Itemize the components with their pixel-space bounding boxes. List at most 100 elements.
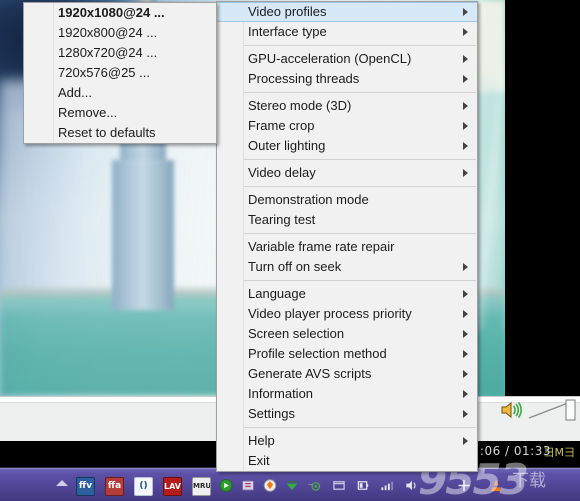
menu-item-profile-selection-method[interactable]: Profile selection method (217, 344, 477, 364)
menu-item-label: Processing threads (248, 71, 360, 86)
menu-item-screen-selection[interactable]: Screen selection (217, 324, 477, 344)
tray-icon-ffdshow-video[interactable]: ffv (76, 477, 95, 496)
menu-item-label: Frame crop (248, 118, 315, 133)
submenu-arrow-icon (463, 350, 468, 358)
menu-item-settings[interactable]: Settings (217, 404, 477, 424)
submenu-arrow-icon (463, 310, 468, 318)
menu-item-tearing-test[interactable]: Tearing test (217, 210, 477, 230)
menu-item-label: Profile selection method (248, 346, 387, 361)
menu-item-label: Exit (248, 453, 270, 468)
menu-separator (244, 186, 476, 187)
tray-icon-action-center[interactable] (457, 479, 471, 492)
time-strip-glyph: 彐M彐 (543, 446, 576, 459)
menu-item-frame-crop[interactable]: Frame crop (217, 116, 477, 136)
profile-item-remove[interactable]: Remove... (24, 103, 216, 123)
menu-separator (244, 280, 476, 281)
submenu-arrow-icon (463, 55, 468, 63)
taskbar: ffv ffa () LAV MRU (0, 468, 580, 501)
menu-item-label: Video player process priority (248, 306, 412, 321)
menu-separator (244, 45, 476, 46)
tray-icon-antivirus[interactable] (241, 479, 255, 492)
menu-item-label: Add... (58, 85, 92, 100)
submenu-arrow-icon (463, 102, 468, 110)
menu-item-information[interactable]: Information (217, 384, 477, 404)
profile-item-reset-to-defaults[interactable]: Reset to defaults (24, 123, 216, 143)
menu-item-generate-avs-scripts[interactable]: Generate AVS scripts (217, 364, 477, 384)
tray-icon-vlc[interactable] (489, 479, 503, 492)
menu-item-label: Screen selection (248, 326, 345, 341)
menu-item-label: Video profiles (248, 4, 327, 19)
menu-item-list: Video profiles Interface type GPU-accelera… (217, 2, 477, 471)
tray-icon-madvr[interactable]: () (134, 477, 153, 496)
menu-item-interface-type[interactable]: Interface type (217, 22, 477, 42)
menu-item-exit[interactable]: Exit (217, 451, 477, 471)
tray-icon-lav-filters[interactable]: LAV (163, 477, 182, 496)
tray-icon-sync[interactable] (307, 479, 321, 492)
tray-icon-volume[interactable] (404, 479, 418, 492)
menu-item-label: Information (248, 386, 314, 401)
time-readout: :06 / 01:33 (479, 444, 551, 458)
menu-item-label: 1920x800@24 ... (58, 25, 158, 40)
tray-icon-network-signal[interactable] (380, 479, 394, 492)
menu-item-help[interactable]: Help (217, 431, 477, 451)
menu-item-label: 1280x720@24 ... (58, 45, 158, 60)
volume-slider[interactable] (528, 399, 576, 423)
menu-item-label: Variable frame rate repair (248, 239, 395, 254)
menu-item-label: 1920x1080@24 ... (58, 5, 165, 20)
menu-item-label: 720x576@25 ... (58, 65, 150, 80)
submenu-item-list: 1920x1080@24 ... 1920x800@24 ... 1280x720@… (24, 3, 216, 143)
menu-item-label: Interface type (248, 24, 327, 39)
menu-item-language[interactable]: Language (217, 284, 477, 304)
tray-icon-mru[interactable]: MRU (192, 477, 211, 496)
menu-item-label: Help (248, 433, 275, 448)
menu-item-video-delay[interactable]: Video delay (217, 163, 477, 183)
menu-item-label: Video delay (248, 165, 316, 180)
settings-context-menu[interactable]: Video profiles Interface type GPU-accelera… (216, 1, 478, 472)
menu-item-processing-threads[interactable]: Processing threads (217, 69, 477, 89)
menu-item-variable-frame-rate-repair[interactable]: Variable frame rate repair (217, 237, 477, 257)
submenu-arrow-icon (463, 142, 468, 150)
menu-separator (244, 159, 476, 160)
menu-separator (244, 92, 476, 93)
submenu-arrow-icon (463, 28, 468, 36)
menu-item-outer-lighting[interactable]: Outer lighting (217, 136, 477, 156)
volume-icon[interactable] (500, 400, 522, 420)
profile-item-add[interactable]: Add... (24, 83, 216, 103)
video-profiles-submenu[interactable]: 1920x1080@24 ... 1920x800@24 ... 1280x720@… (23, 2, 217, 144)
menu-separator (244, 427, 476, 428)
submenu-arrow-icon (463, 122, 468, 130)
menu-item-gpu-acceleration-opencl[interactable]: GPU-acceleration (OpenCL) (217, 49, 477, 69)
submenu-arrow-icon (463, 290, 468, 298)
tray-icon-battery[interactable] (356, 479, 370, 492)
tray-icon-green-play[interactable] (219, 479, 233, 492)
tray-icon-ffdshow-audio[interactable]: ffa (105, 477, 124, 496)
video-letterbox-right (505, 0, 580, 396)
profile-item-1920x1080-24[interactable]: 1920x1080@24 ... (24, 3, 216, 23)
desktop-screen: :06 / 01:33 彐M彐 ffv ffa () LAV MRU 9553 … (0, 0, 580, 501)
submenu-arrow-icon (463, 75, 468, 83)
menu-item-demonstration-mode[interactable]: Demonstration mode (217, 190, 477, 210)
menu-item-label: Stereo mode (3D) (248, 98, 352, 113)
profile-item-1280x720-24[interactable]: 1280x720@24 ... (24, 43, 216, 63)
profile-item-1920x800-24[interactable]: 1920x800@24 ... (24, 23, 216, 43)
show-hidden-icons-arrow[interactable] (56, 480, 68, 486)
profile-item-720x576-25[interactable]: 720x576@25 ... (24, 63, 216, 83)
submenu-arrow-icon (463, 169, 468, 177)
menu-item-label: Remove... (58, 105, 118, 120)
submenu-arrow-icon (463, 263, 468, 271)
tray-icon-green-arrow[interactable] (285, 479, 299, 492)
menu-item-label: Turn off on seek (248, 259, 342, 274)
tray-icon-window[interactable] (332, 479, 346, 492)
menu-item-video-player-process-priority[interactable]: Video player process priority (217, 304, 477, 324)
submenu-arrow-icon (463, 330, 468, 338)
menu-item-label: GPU-acceleration (OpenCL) (248, 51, 412, 66)
menu-item-video-profiles[interactable]: Video profiles (217, 2, 477, 22)
submenu-arrow-icon (463, 437, 468, 445)
submenu-arrow-icon (463, 390, 468, 398)
tray-icon-orange-shield[interactable] (263, 479, 277, 492)
menu-separator (244, 233, 476, 234)
menu-item-turn-off-on-seek[interactable]: Turn off on seek (217, 257, 477, 277)
submenu-arrow-icon (463, 370, 468, 378)
menu-item-stereo-mode-3d[interactable]: Stereo mode (3D) (217, 96, 477, 116)
menu-item-label: Demonstration mode (248, 192, 369, 207)
